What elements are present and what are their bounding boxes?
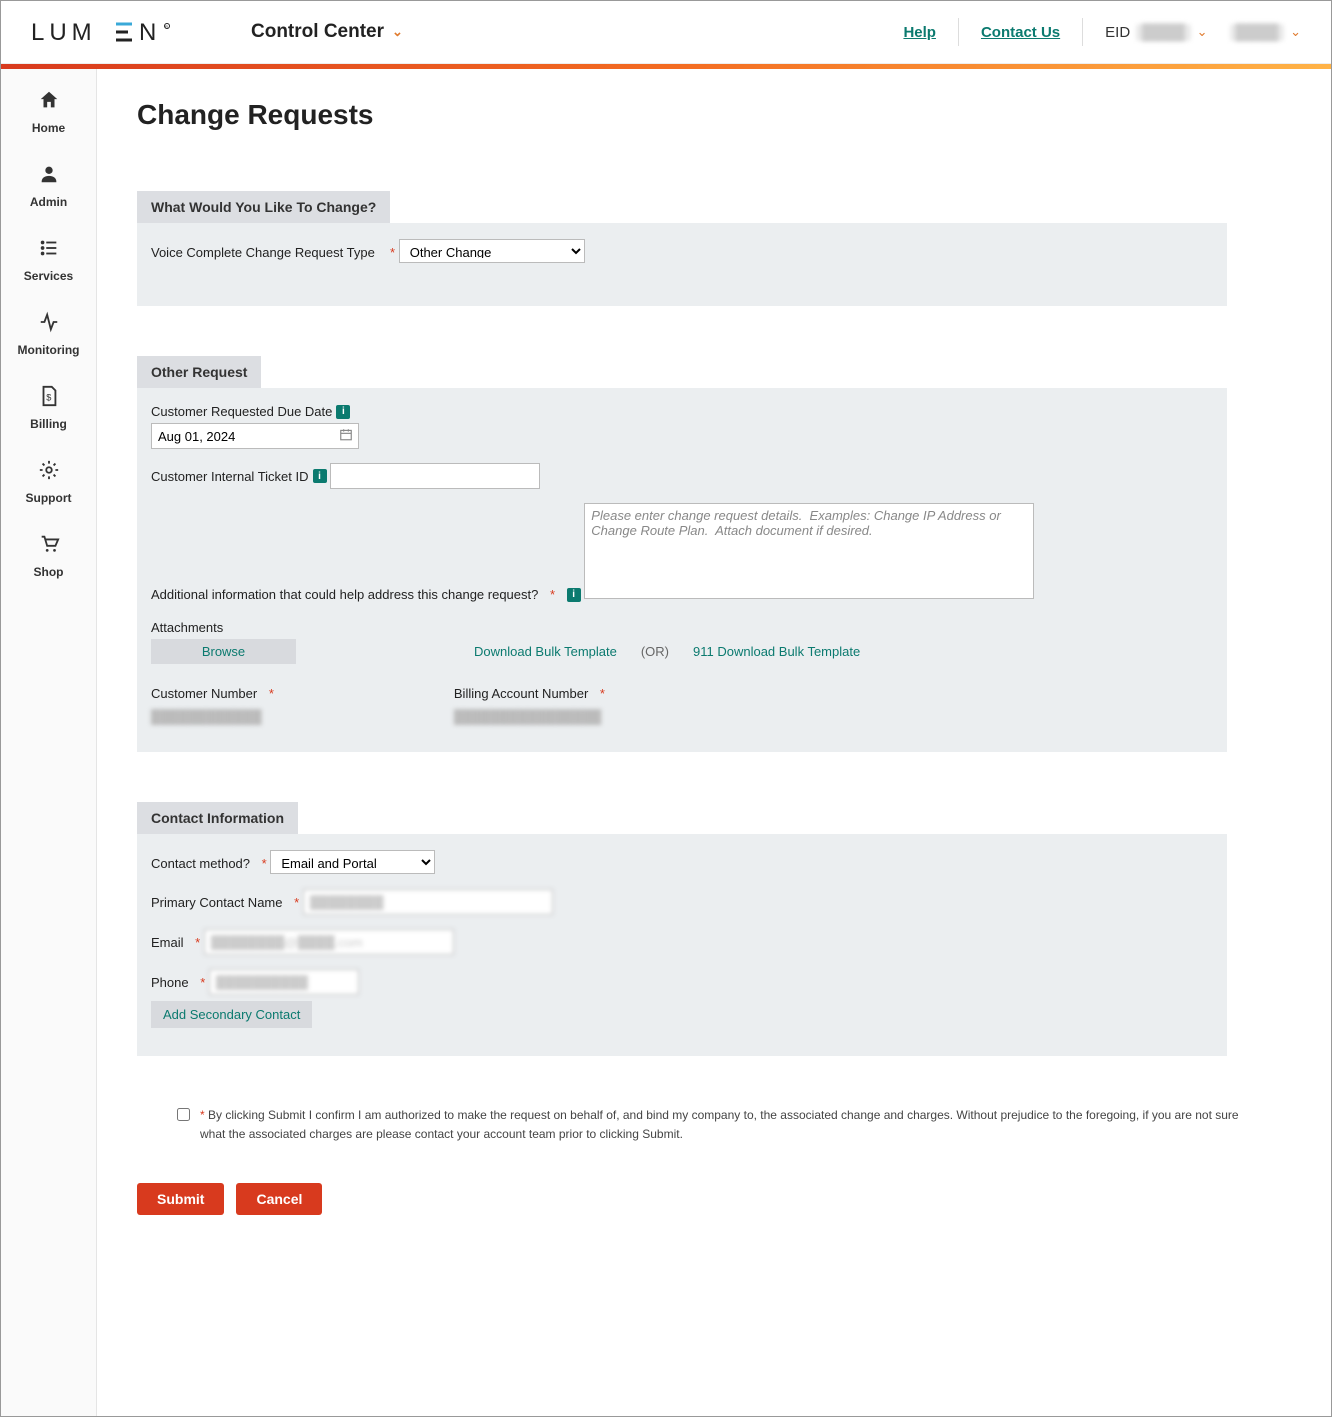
customer-number-value: ████████████ (151, 709, 274, 724)
sidebar-item-services[interactable]: Services (1, 237, 96, 283)
svg-text:$: $ (46, 393, 51, 403)
sidebar-item-shop[interactable]: Shop (1, 533, 96, 579)
ticket-id-label: Customer Internal Ticket ID i (151, 469, 327, 484)
browse-button[interactable]: Browse (151, 639, 296, 664)
phone-input[interactable] (209, 969, 359, 995)
sidebar-item-label: Admin (30, 195, 67, 209)
disclaimer-row: * By clicking Submit I confirm I am auth… (177, 1106, 1251, 1143)
additional-info-label: Additional information that could help a… (151, 587, 581, 602)
section-other: Other Request Customer Requested Due Dat… (137, 356, 1291, 752)
phone-label: Phone * (151, 975, 205, 990)
contact-method-label: Contact method? * (151, 856, 267, 871)
change-type-label: Voice Complete Change Request Type * (151, 245, 395, 260)
svg-text:N: N (139, 20, 161, 44)
billing-account-block: Billing Account Number * ███████████████… (454, 686, 605, 724)
svg-text:LUM: LUM (31, 20, 97, 44)
chevron-down-icon: ⌄ (1197, 24, 1208, 40)
email-input[interactable] (204, 929, 454, 955)
user-dropdown[interactable]: ████ ⌄ (1230, 24, 1301, 41)
customer-number-label: Customer Number * (151, 686, 274, 701)
primary-contact-name-input[interactable] (303, 889, 553, 915)
attachments-label: Attachments (151, 620, 223, 635)
or-text: (OR) (641, 644, 669, 659)
disclaimer-text: * By clicking Submit I confirm I am auth… (200, 1106, 1251, 1143)
sidebar-item-admin[interactable]: Admin (1, 163, 96, 209)
topbar: LUM N R Control Center ⌄ Help Contact Us… (1, 1, 1331, 64)
sidebar-item-label: Support (26, 491, 72, 505)
sidebar-item-label: Services (24, 269, 73, 283)
sidebar-item-label: Billing (30, 417, 67, 431)
section-tab-other: Other Request (137, 356, 261, 388)
action-buttons: Submit Cancel (137, 1183, 1291, 1215)
sidebar-item-support[interactable]: Support (1, 459, 96, 505)
file-dollar-icon: $ (38, 385, 60, 411)
cancel-button[interactable]: Cancel (236, 1183, 322, 1215)
due-date-label: Customer Requested Due Date i (151, 404, 350, 419)
billing-account-label: Billing Account Number * (454, 686, 605, 701)
section-contact: Contact Information Contact method? * Em… (137, 802, 1291, 1056)
home-icon (38, 89, 60, 115)
download-bulk-template-link[interactable]: Download Bulk Template (474, 644, 617, 659)
chevron-down-icon: ⌄ (392, 24, 403, 40)
contact-method-select[interactable]: Email and Portal (270, 850, 435, 874)
eid-value: ████ (1136, 24, 1191, 41)
submit-button[interactable]: Submit (137, 1183, 224, 1215)
additional-info-textarea[interactable] (584, 503, 1034, 599)
sidebar-item-label: Home (32, 121, 65, 135)
sidebar: Home Admin Services Monitoring $ Billing (1, 69, 97, 1416)
section-tab-change: What Would You Like To Change? (137, 191, 390, 223)
control-center-label: Control Center (251, 21, 384, 43)
divider (1082, 18, 1083, 46)
add-secondary-contact-button[interactable]: Add Secondary Contact (151, 1001, 312, 1028)
sidebar-item-home[interactable]: Home (1, 89, 96, 135)
change-type-select[interactable]: Other Change (399, 239, 585, 263)
divider (958, 18, 959, 46)
contact-us-link[interactable]: Contact Us (981, 24, 1060, 41)
chevron-down-icon: ⌄ (1290, 24, 1301, 40)
sidebar-item-label: Monitoring (18, 343, 80, 357)
sidebar-item-label: Shop (34, 565, 64, 579)
info-icon[interactable]: i (567, 588, 581, 602)
sidebar-item-billing[interactable]: $ Billing (1, 385, 96, 431)
activity-icon (38, 311, 60, 337)
control-center-dropdown[interactable]: Control Center ⌄ (251, 21, 403, 43)
eid-dropdown[interactable]: EID ████ ⌄ (1105, 24, 1207, 41)
customer-number-block: Customer Number * ████████████ (151, 686, 274, 724)
authorize-checkbox[interactable] (177, 1107, 190, 1122)
lumen-logo-svg: LUM N R (31, 20, 191, 44)
list-icon (38, 237, 60, 263)
download-911-template-link[interactable]: 911 Download Bulk Template (693, 644, 860, 659)
user-icon (38, 163, 60, 189)
ticket-id-input[interactable] (330, 463, 540, 489)
sidebar-item-monitoring[interactable]: Monitoring (1, 311, 96, 357)
topbar-right: Help Contact Us EID ████ ⌄ ████ ⌄ (903, 18, 1301, 46)
help-link[interactable]: Help (903, 24, 936, 41)
logo: LUM N R (31, 20, 191, 44)
gear-icon (38, 459, 60, 485)
primary-contact-name-label: Primary Contact Name * (151, 895, 299, 910)
section-change: What Would You Like To Change? Voice Com… (137, 191, 1291, 306)
section-tab-contact: Contact Information (137, 802, 298, 834)
info-icon[interactable]: i (336, 405, 350, 419)
due-date-input[interactable] (151, 423, 359, 449)
billing-account-value: ████████████████ (454, 709, 605, 724)
email-label: Email * (151, 935, 200, 950)
cart-icon (38, 533, 60, 559)
main-content: Change Requests What Would You Like To C… (97, 69, 1331, 1416)
info-icon[interactable]: i (313, 469, 327, 483)
svg-text:R: R (165, 24, 174, 29)
eid-label: EID (1105, 24, 1130, 41)
page-title: Change Requests (137, 99, 1291, 131)
user-value: ████ (1230, 24, 1285, 41)
